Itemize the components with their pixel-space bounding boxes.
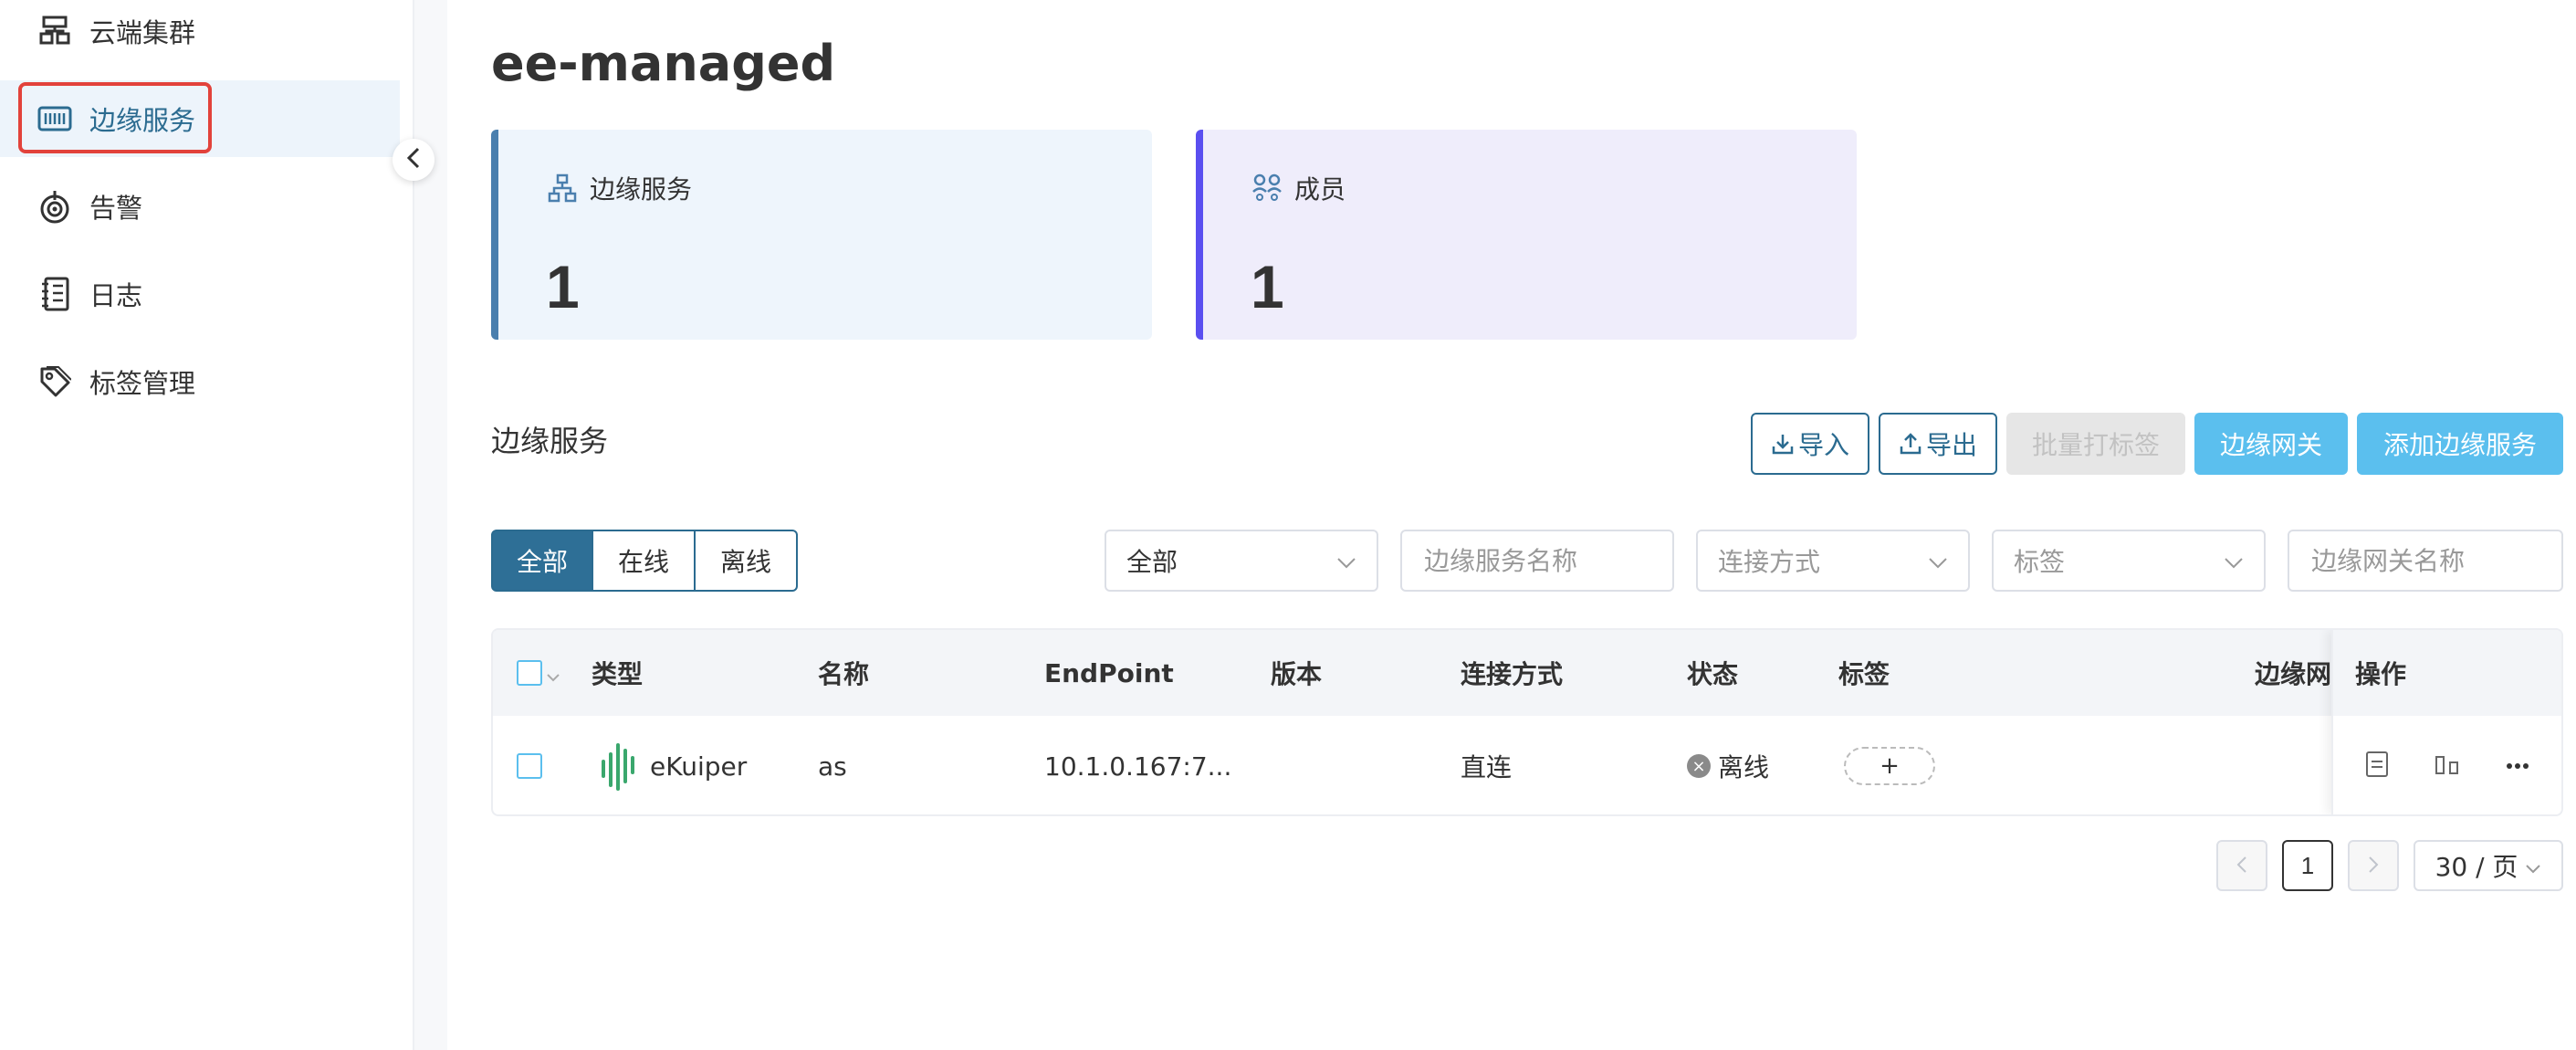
stat-label: 边缘服务	[546, 170, 692, 206]
select-all-checkbox[interactable]	[517, 630, 560, 716]
stat-label: 成员	[1251, 170, 1346, 206]
export-label: 导出	[1925, 430, 1977, 460]
sidebar: 云端集群 边缘服务 告警 日志 标签管理	[0, 0, 414, 1050]
type-select[interactable]: 全部	[1105, 530, 1378, 592]
col-version: 版本	[1271, 659, 1323, 689]
type-cell: eKuiper	[599, 716, 748, 814]
edge-service-icon	[37, 100, 73, 137]
detail-icon[interactable]	[2365, 751, 2389, 782]
cluster-icon	[37, 13, 73, 49]
chevron-down-icon	[2224, 546, 2244, 576]
col-connection: 连接方式	[1461, 659, 1564, 689]
col-status: 状态	[1687, 659, 1739, 689]
page-size-value: 30 / 页	[2435, 852, 2518, 882]
more-icon[interactable]	[2506, 758, 2529, 774]
export-button[interactable]: 导出	[1879, 413, 1997, 475]
connection-cell: 直连	[1461, 752, 1513, 782]
section-title: 边缘服务	[491, 424, 609, 458]
sitemap-icon	[546, 172, 579, 205]
stat-services-label: 边缘服务	[590, 174, 693, 205]
tag-select[interactable]: 标签	[1992, 530, 2266, 592]
stat-card-services: 边缘服务 1	[491, 130, 1152, 340]
import-label: 导入	[1797, 430, 1849, 460]
endpoint-cell: 10.1.0.167:7...	[1044, 751, 1232, 782]
service-name-input-field[interactable]	[1422, 544, 1652, 577]
offline-status-icon: ×	[1687, 754, 1711, 778]
stat-services-value: 1	[546, 253, 580, 320]
table-row[interactable]: eKuiper as 10.1.0.167:7... 直连 × 离线 +	[493, 716, 2561, 814]
chevron-down-icon	[2525, 851, 2541, 881]
sidebar-item-log[interactable]: 日志	[0, 256, 400, 332]
gateway-name-input[interactable]	[2288, 530, 2563, 592]
col-gateway: 边缘网关	[2255, 659, 2337, 689]
row-actions	[2333, 716, 2561, 814]
chevron-down-icon	[1336, 546, 1356, 576]
ekuiper-icon	[599, 741, 637, 791]
checkbox[interactable]	[517, 660, 542, 686]
chevron-left-icon	[2236, 852, 2248, 880]
tag-icon	[37, 363, 73, 400]
members-icon	[1251, 172, 1283, 205]
sidebar-item-label: 日志	[89, 280, 143, 311]
tag-select-placeholder: 标签	[2014, 547, 2066, 577]
type-select-value: 全部	[1126, 547, 1178, 577]
log-icon	[37, 276, 73, 312]
alarm-icon	[37, 188, 73, 225]
batch-tag-button[interactable]: 批量打标签	[2006, 413, 2185, 475]
stat-members-label: 成员	[1294, 174, 1346, 205]
col-type: 类型	[592, 659, 644, 689]
connection-select-placeholder: 连接方式	[1718, 547, 1821, 577]
stat-card-members: 成员 1	[1196, 130, 1857, 340]
col-endpoint: EndPoint	[1044, 657, 1174, 688]
add-edge-service-button[interactable]: 添加边缘服务	[2357, 413, 2563, 475]
status-filter: 全部 在线 离线	[491, 530, 798, 592]
collapse-sidebar-button[interactable]	[393, 139, 435, 181]
col-actions: 操作	[2355, 659, 2407, 689]
sidebar-item-tag-management[interactable]: 标签管理	[0, 343, 400, 420]
connection-select[interactable]: 连接方式	[1696, 530, 1970, 592]
sidebar-item-label: 标签管理	[89, 368, 196, 399]
export-icon	[1899, 432, 1922, 456]
pagination-page[interactable]: 1	[2282, 840, 2333, 891]
sidebar-item-alarm[interactable]: 告警	[0, 168, 400, 245]
sidebar-item-cloud-cluster[interactable]: 云端集群	[0, 0, 400, 69]
row-checkbox-cell[interactable]	[517, 716, 542, 814]
import-button[interactable]: 导入	[1751, 413, 1869, 475]
edge-gateway-button[interactable]: 边缘网关	[2194, 413, 2348, 475]
edge-service-table: 类型 名称 EndPoint 版本 连接方式 状态 标签 边缘网关 eKuipe…	[491, 628, 2563, 816]
type-label: eKuiper	[650, 751, 748, 782]
monitor-icon[interactable]	[2435, 753, 2460, 780]
chevron-down-icon[interactable]	[546, 658, 560, 688]
status-filter-offline[interactable]: 离线	[696, 530, 798, 592]
sidebar-item-edge-service[interactable]: 边缘服务	[0, 80, 400, 157]
service-name-input[interactable]	[1400, 530, 1674, 592]
tag-cell: +	[1844, 716, 1935, 814]
sidebar-item-label: 告警	[89, 193, 143, 224]
col-name: 名称	[818, 659, 870, 689]
col-tag: 标签	[1838, 659, 1890, 689]
gateway-name-input-field[interactable]	[2309, 544, 2541, 577]
table-header: 类型 名称 EndPoint 版本 连接方式 状态 标签 边缘网关	[493, 630, 2561, 716]
row-checkbox[interactable]	[517, 753, 542, 779]
chevron-left-icon	[405, 146, 422, 174]
sidebar-item-label: 云端集群	[89, 17, 196, 48]
chevron-down-icon	[1928, 546, 1948, 576]
status-filter-online[interactable]: 在线	[593, 530, 696, 592]
status-label: 离线	[1718, 752, 1770, 782]
sidebar-item-label: 边缘服务	[89, 105, 196, 136]
actions-column: 操作	[2331, 630, 2561, 814]
add-tag-button[interactable]: +	[1844, 747, 1935, 785]
status-filter-all[interactable]: 全部	[491, 530, 593, 592]
page-title: ee-managed	[491, 35, 836, 92]
import-icon	[1771, 432, 1795, 456]
pagination-prev-button[interactable]	[2216, 840, 2267, 891]
name-cell: as	[818, 751, 847, 782]
chevron-right-icon	[2367, 852, 2380, 880]
pagination-next-button[interactable]	[2348, 840, 2399, 891]
page-size-select[interactable]: 30 / 页	[2414, 840, 2563, 891]
status-cell: × 离线	[1687, 716, 1770, 814]
stat-members-value: 1	[1251, 253, 1284, 320]
